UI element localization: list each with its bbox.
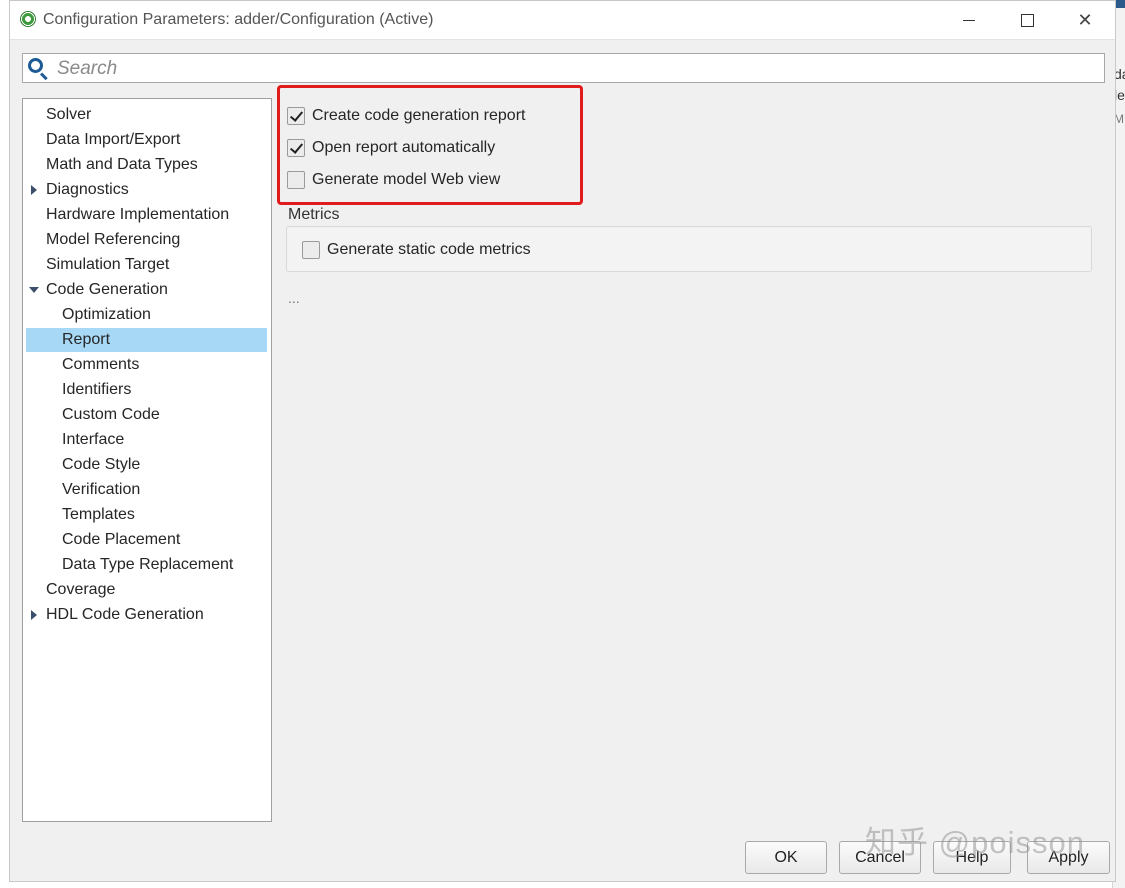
tree-item[interactable]: Diagnostics — [23, 178, 129, 202]
tree-item[interactable]: Report — [26, 328, 267, 352]
tree-item[interactable]: Data Type Replacement — [23, 553, 233, 577]
collapse-arrow-icon[interactable] — [31, 610, 37, 620]
tree-item[interactable]: HDL Code Generation — [23, 603, 204, 627]
checkbox-label: Generate static code metrics — [327, 241, 531, 258]
tree-item[interactable]: Code Placement — [23, 528, 180, 552]
tree-item-label: Model Referencing — [46, 231, 181, 248]
close-button[interactable]: ✕ — [1056, 1, 1114, 39]
tree-item[interactable]: Verification — [23, 478, 140, 502]
maximize-icon — [1020, 13, 1034, 27]
tree-item[interactable]: Solver — [23, 103, 91, 127]
tree-item-label: Templates — [62, 506, 135, 523]
tree-item[interactable]: Code Generation — [23, 278, 168, 302]
tree-item-label: Diagnostics — [46, 181, 129, 198]
tree-item-label: Simulation Target — [46, 256, 170, 273]
expand-arrow-icon[interactable] — [29, 287, 39, 293]
tree-item-label: Hardware Implementation — [46, 206, 230, 223]
tree-item[interactable]: Data Import/Export — [23, 128, 180, 152]
window-title: Configuration Parameters: adder/Configur… — [43, 11, 434, 28]
tree-item[interactable]: Math and Data Types — [23, 153, 198, 177]
tree-item[interactable]: Simulation Target — [23, 253, 169, 277]
tree-item-label: Data Type Replacement — [62, 556, 234, 573]
tree-item[interactable]: Optimization — [23, 303, 151, 327]
tree-item[interactable]: Hardware Implementation — [23, 203, 229, 227]
tree-item[interactable]: Model Referencing — [23, 228, 180, 252]
minimize-icon — [963, 19, 975, 21]
collapse-arrow-icon[interactable] — [31, 185, 37, 195]
watermark-text: 知乎 @poisson — [865, 825, 1085, 860]
search-placeholder: Search — [57, 58, 118, 79]
ok-button[interactable]: OK — [745, 841, 827, 874]
tree-item-label: Coverage — [46, 581, 116, 598]
tree-item[interactable]: Custom Code — [23, 403, 160, 427]
tree-item-label: Optimization — [62, 306, 151, 323]
tree-item-label: Interface — [62, 431, 125, 448]
tree-item-label: Code Placement — [62, 531, 181, 548]
tree-item[interactable]: Interface — [23, 428, 124, 452]
tree-item[interactable]: Code Style — [23, 453, 140, 477]
tree-item[interactable]: Templates — [23, 503, 135, 527]
tree-item-label: Code Generation — [46, 281, 168, 298]
configuration-parameters-dialog: Configuration Parameters: adder/Configur… — [9, 0, 1116, 882]
tree-item-label: Math and Data Types — [46, 156, 198, 173]
red-highlight-box — [277, 85, 583, 205]
tree-item[interactable]: Coverage — [23, 578, 115, 602]
tree-item-label: Comments — [62, 356, 140, 373]
tree-item-label: Custom Code — [62, 406, 160, 423]
tree-item[interactable]: Identifiers — [23, 378, 131, 402]
tree-item-label: Code Style — [62, 456, 141, 473]
metrics-group-box: Generate static code metrics — [286, 226, 1092, 272]
tree-item-label: Data Import/Export — [46, 131, 181, 148]
tree-item-label: Identifiers — [62, 381, 132, 398]
tree-item-label: Report — [62, 331, 111, 348]
search-input[interactable]: Search — [22, 53, 1105, 83]
minimize-button[interactable] — [940, 1, 998, 39]
search-icon — [28, 58, 48, 81]
tree-item-label: Solver — [46, 106, 92, 123]
more-options-ellipsis[interactable]: ... — [288, 290, 300, 306]
title-bar[interactable]: Configuration Parameters: adder/Configur… — [10, 1, 1115, 40]
tree-item[interactable]: Comments — [23, 353, 139, 377]
metrics-group-title: Metrics — [288, 206, 340, 223]
tree-item-label: Verification — [62, 481, 141, 498]
category-tree[interactable]: Solver Data Import/Export Math and Data Ty… — [22, 98, 272, 822]
tree-item-label: HDL Code Generation — [46, 606, 204, 623]
close-icon: ✕ — [1077, 9, 1093, 30]
maximize-button[interactable] — [998, 1, 1056, 39]
checkbox-box[interactable] — [302, 241, 320, 259]
simulink-app-icon — [20, 11, 36, 27]
